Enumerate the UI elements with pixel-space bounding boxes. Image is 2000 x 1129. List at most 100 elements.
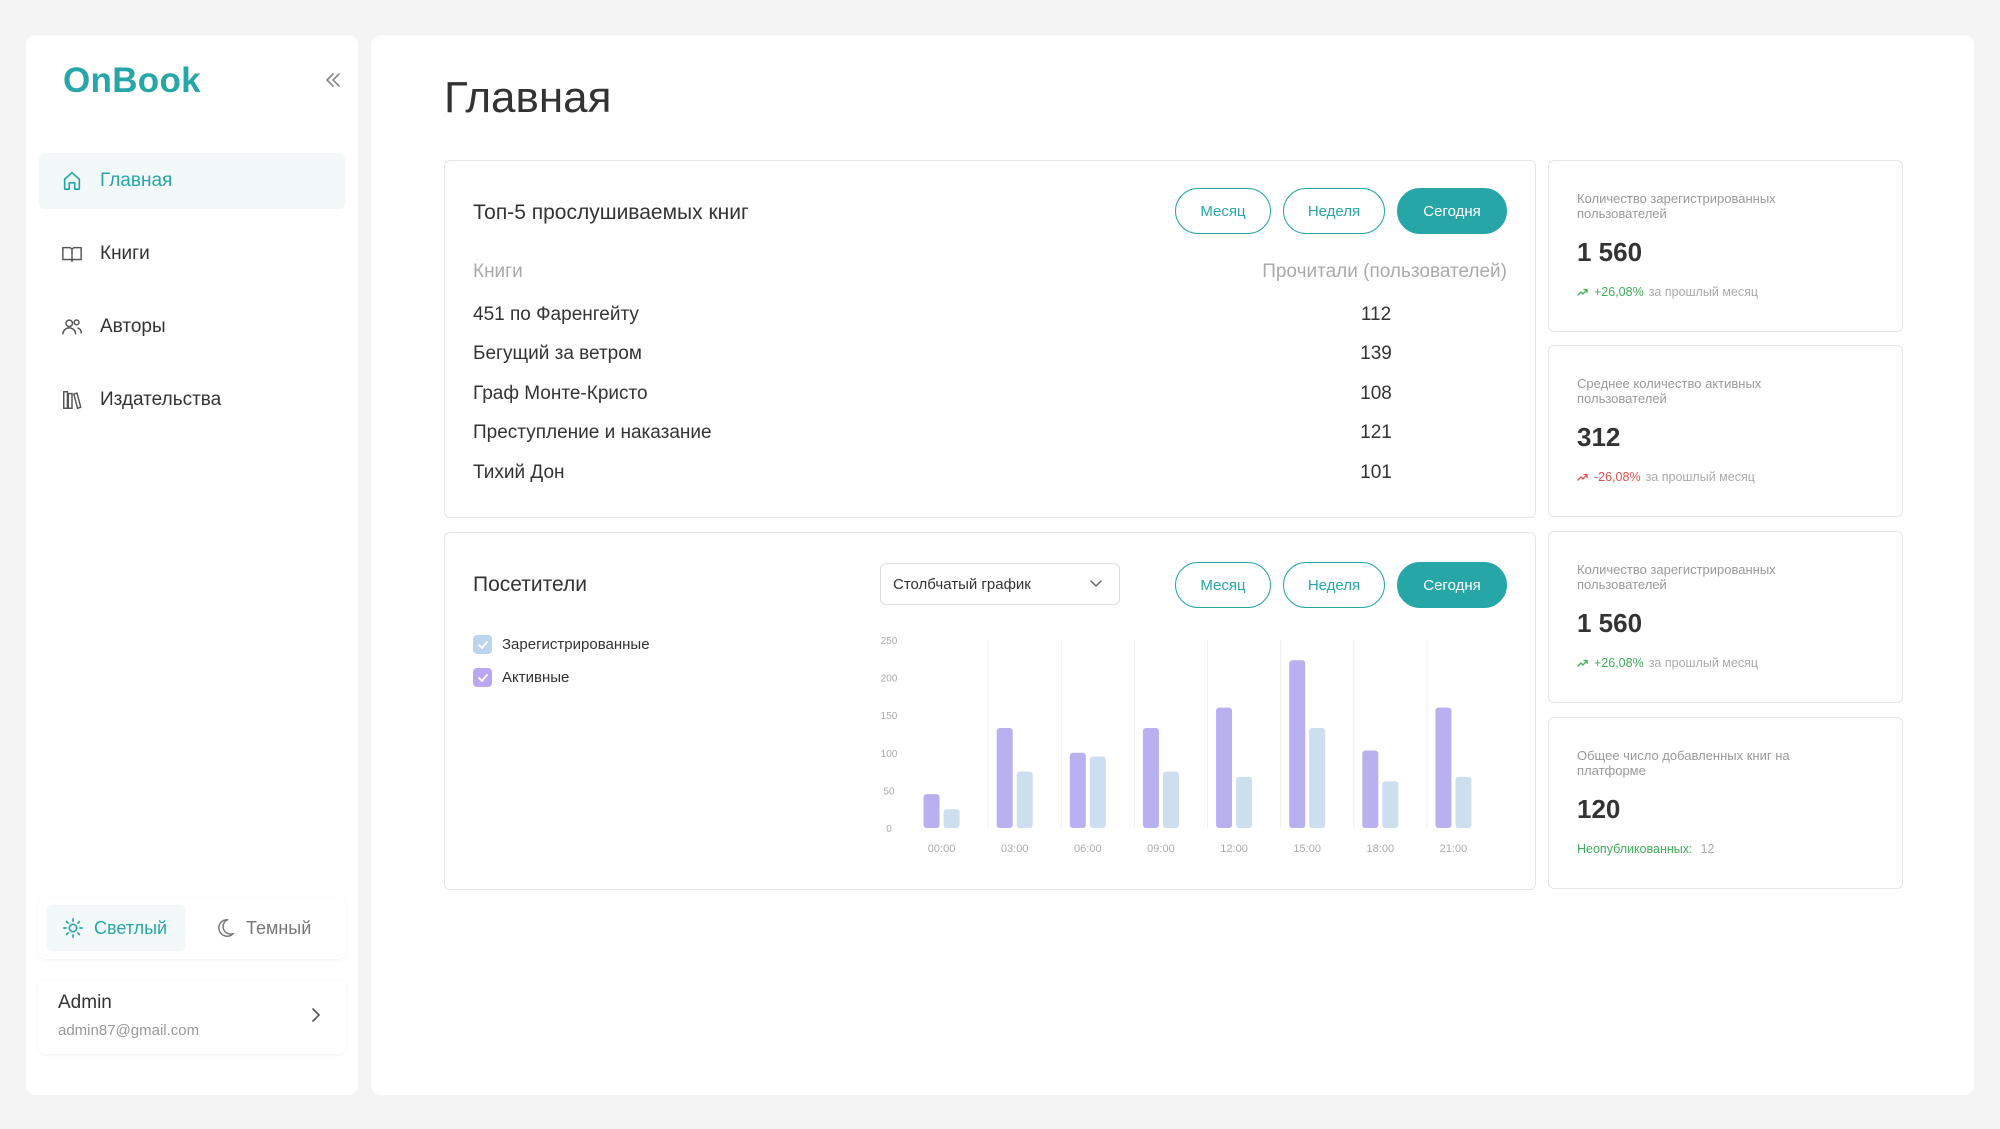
library-icon — [60, 388, 84, 412]
chart-type-value: Столбчатый график — [893, 575, 1031, 593]
table-row: Преступление и наказание 121 — [473, 422, 1392, 444]
chevron-right-icon — [308, 1007, 324, 1028]
bar-active — [1435, 707, 1452, 828]
user-profile-card[interactable]: Admin admin87@gmail.com — [38, 980, 346, 1054]
bar-active — [1362, 750, 1379, 828]
stat-footer: -26,08% за прошлый месяц — [1577, 470, 1755, 484]
bar-registered — [1162, 771, 1179, 828]
stat-title: Общее число добавленных книг на платформ… — [1577, 748, 1790, 778]
book-title: Граф Монте-Кристо — [473, 383, 648, 404]
book-title: Преступление и наказание — [473, 422, 712, 443]
stat-change-suffix: за прошлый месяц — [1645, 470, 1755, 484]
y-tick-label: 100 — [881, 749, 898, 760]
stat-change: +26,08% — [1594, 285, 1644, 299]
bar-registered — [943, 809, 960, 828]
trend-up-icon — [1577, 288, 1588, 296]
sidebar-item-home[interactable]: Главная — [38, 153, 346, 209]
x-tick-label: 06:00 — [1074, 843, 1102, 855]
top-books-period-filter: Месяц Неделя Сегодня — [1175, 188, 1507, 234]
stat-unpublished-label: Неопубликованных: — [1577, 842, 1693, 856]
stat-card: Количество зарегистрированных пользовате… — [1548, 160, 1903, 332]
theme-light-button[interactable]: Светлый — [46, 905, 186, 951]
sidebar-item-label: Книги — [100, 243, 150, 264]
x-tick-label: 00:00 — [928, 843, 956, 855]
theme-dark-button[interactable]: Темный — [198, 905, 327, 951]
y-tick-label: 200 — [881, 674, 898, 685]
sidebar-item-label: Главная — [100, 170, 173, 191]
user-email: admin87@gmail.com — [58, 1022, 200, 1039]
stat-card: Количество зарегистрированных пользовате… — [1548, 531, 1903, 703]
sidebar-item-publishers[interactable]: Издательства — [38, 372, 346, 428]
collapse-sidebar-button[interactable] — [318, 65, 348, 95]
bar-registered — [1455, 776, 1472, 828]
stat-change-suffix: за прошлый месяц — [1648, 285, 1759, 299]
book-title: Бегущий за ветром — [473, 343, 642, 364]
book-icon — [60, 242, 84, 266]
filter-month-button[interactable]: Месяц — [1175, 562, 1271, 608]
sidebar-item-label: Издательства — [100, 389, 222, 410]
x-tick-label: 12:00 — [1220, 843, 1248, 855]
x-tick-label: 09:00 — [1147, 843, 1175, 855]
main-content: Главная Топ-5 прослушиваемых книг Месяц … — [371, 35, 1974, 1095]
legend-active-label: Активные — [502, 669, 570, 686]
stat-value: 1 560 — [1577, 608, 1643, 638]
book-readers: 101 — [1360, 462, 1392, 483]
page-title: Главная — [444, 73, 612, 122]
x-tick-label: 21:00 — [1440, 843, 1468, 855]
theme-switch: Светлый Темный — [38, 897, 346, 959]
column-header-books: Книги — [473, 261, 523, 282]
visitors-bar-chart: 0 50 100 150 200 250 00:00 03:00 06:00 09:00 12:00… — [881, 636, 1472, 855]
chart-type-select[interactable]: Столбчатый график — [880, 563, 1120, 605]
sidebar: OnBook Главная Книги Авторы Издательства… — [26, 35, 358, 1095]
checkbox-checked-icon — [473, 635, 492, 654]
visitors-period-filter: Месяц Неделя Сегодня — [1175, 562, 1507, 608]
book-readers: 112 — [1360, 304, 1392, 325]
double-chevron-left-icon — [326, 73, 340, 87]
trend-down-icon — [1577, 473, 1588, 481]
book-readers: 108 — [1360, 383, 1392, 404]
x-tick-label: 15:00 — [1293, 843, 1321, 855]
bar-registered — [1016, 771, 1033, 828]
sidebar-item-authors[interactable]: Авторы — [38, 299, 346, 355]
stat-value: 312 — [1577, 422, 1621, 452]
app-logo[interactable]: OnBook — [63, 61, 201, 101]
stat-card: Среднее количество активных пользователе… — [1548, 345, 1903, 517]
filter-week-button[interactable]: Неделя — [1283, 562, 1385, 608]
filter-today-button[interactable]: Сегодня — [1397, 562, 1507, 608]
bar-active — [923, 794, 940, 828]
books-table-header: Книги Прочитали (пользователей) — [473, 261, 1507, 283]
home-icon — [60, 169, 84, 193]
legend-active-checkbox[interactable]: Активные — [473, 668, 569, 687]
filter-today-button[interactable]: Сегодня — [1397, 188, 1507, 234]
stat-unpublished-count: 12 — [1700, 842, 1715, 856]
bar-active — [1142, 727, 1159, 828]
bar-registered — [1382, 781, 1399, 828]
stat-change-suffix: за прошлый месяц — [1648, 656, 1759, 670]
stat-title: Количество зарегистрированных пользовате… — [1577, 191, 1776, 221]
stat-value: 120 — [1577, 794, 1621, 824]
book-title: 451 по Фаренгейту — [473, 304, 639, 325]
theme-dark-label: Темный — [246, 917, 312, 938]
users-icon — [60, 315, 84, 339]
sidebar-item-label: Авторы — [100, 316, 166, 337]
bar-registered — [1309, 727, 1326, 828]
x-tick-label: 03:00 — [1001, 843, 1029, 855]
book-title: Тихий Дон — [473, 462, 565, 483]
legend-registered-checkbox[interactable]: Зарегистрированные — [473, 635, 650, 654]
filter-week-button[interactable]: Неделя — [1283, 188, 1385, 234]
top-books-card: Топ-5 прослушиваемых книг Месяц Неделя С… — [444, 160, 1536, 518]
book-readers: 121 — [1360, 422, 1392, 443]
y-tick-label: 150 — [881, 711, 898, 722]
stat-footer: Неопубликованных: 12 — [1577, 842, 1714, 856]
bar-active — [1216, 707, 1233, 828]
moon-icon — [214, 917, 236, 939]
filter-month-button[interactable]: Месяц — [1175, 188, 1271, 234]
table-row: Тихий Дон 101 — [473, 462, 1392, 484]
visitors-title: Посетители — [473, 573, 587, 596]
sun-icon — [62, 917, 84, 939]
stat-footer: +26,08% за прошлый месяц — [1577, 285, 1758, 299]
table-row: Граф Монте-Кристо 108 — [473, 383, 1392, 405]
table-row: 451 по Фаренгейту 112 — [473, 304, 1391, 326]
stat-card: Общее число добавленных книг на платформ… — [1548, 717, 1903, 889]
sidebar-item-books[interactable]: Книги — [38, 226, 346, 282]
